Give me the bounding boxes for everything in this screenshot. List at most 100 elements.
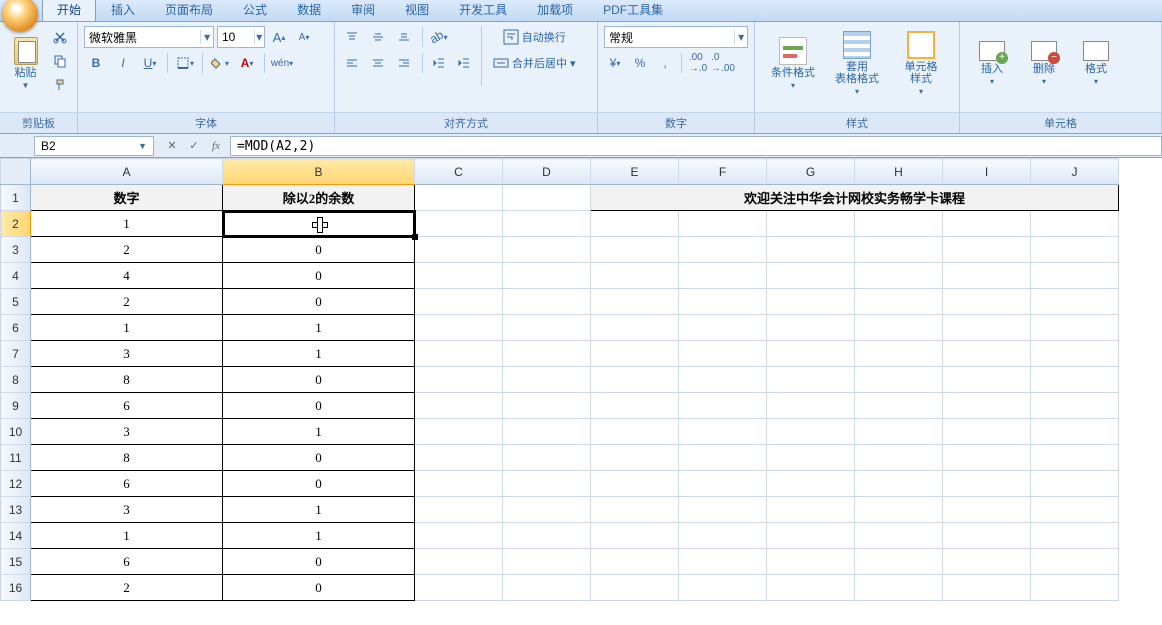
cell-B6[interactable]: 1 (223, 315, 415, 341)
row-header-12[interactable]: 12 (1, 471, 31, 497)
cell-I10[interactable] (943, 419, 1031, 445)
cell-B2[interactable] (223, 211, 415, 237)
cell-B14[interactable]: 1 (223, 523, 415, 549)
cell-A4[interactable]: 4 (31, 263, 223, 289)
cell-D15[interactable] (503, 549, 591, 575)
cell-C14[interactable] (415, 523, 503, 549)
number-format-input[interactable] (605, 30, 734, 44)
cell-G15[interactable] (767, 549, 855, 575)
col-header-J[interactable]: J (1031, 159, 1119, 185)
cell-I5[interactable] (943, 289, 1031, 315)
cell-H7[interactable] (855, 341, 943, 367)
wrap-text-button[interactable]: 自动换行 (488, 26, 581, 48)
format-painter-button[interactable] (49, 74, 71, 96)
cell-F2[interactable] (679, 211, 767, 237)
cell-I11[interactable] (943, 445, 1031, 471)
cell-G4[interactable] (767, 263, 855, 289)
cell-B11[interactable]: 0 (223, 445, 415, 471)
col-header-H[interactable]: H (855, 159, 943, 185)
cancel-formula-button[interactable]: ✕ (162, 137, 182, 155)
cell-A5[interactable]: 2 (31, 289, 223, 315)
cell-C10[interactable] (415, 419, 503, 445)
number-format-combo[interactable]: ▾ (604, 26, 748, 48)
cell-H13[interactable] (855, 497, 943, 523)
cell-J2[interactable] (1031, 211, 1119, 237)
cell-E15[interactable] (591, 549, 679, 575)
cell-B7[interactable]: 1 (223, 341, 415, 367)
cell-H2[interactable] (855, 211, 943, 237)
cell-D16[interactable] (503, 575, 591, 601)
cell-F3[interactable] (679, 237, 767, 263)
cell-B9[interactable]: 0 (223, 393, 415, 419)
cell-H15[interactable] (855, 549, 943, 575)
cell-B4[interactable]: 0 (223, 263, 415, 289)
cell-A13[interactable]: 3 (31, 497, 223, 523)
cell-E4[interactable] (591, 263, 679, 289)
insert-cells-button[interactable]: 插入▾ (970, 26, 1014, 100)
cell-I13[interactable] (943, 497, 1031, 523)
row-header-11[interactable]: 11 (1, 445, 31, 471)
cell-F16[interactable] (679, 575, 767, 601)
cell-A11[interactable]: 8 (31, 445, 223, 471)
cell-G2[interactable] (767, 211, 855, 237)
grow-font-button[interactable]: A▴ (268, 26, 290, 48)
tab-data[interactable]: 数据 (282, 0, 336, 21)
cell-E11[interactable] (591, 445, 679, 471)
cell-C1[interactable] (415, 185, 503, 211)
cell-A15[interactable]: 6 (31, 549, 223, 575)
cell-I7[interactable] (943, 341, 1031, 367)
merge-center-button[interactable]: 合并后居中▾ (488, 52, 581, 74)
cell-A3[interactable]: 2 (31, 237, 223, 263)
cell-E14[interactable] (591, 523, 679, 549)
delete-cells-button[interactable]: 删除▾ (1022, 26, 1066, 100)
font-size-input[interactable] (218, 30, 254, 44)
cell-E3[interactable] (591, 237, 679, 263)
cell-G13[interactable] (767, 497, 855, 523)
cell-I15[interactable] (943, 549, 1031, 575)
phonetic-button[interactable]: wén▾ (270, 52, 294, 74)
cell-F7[interactable] (679, 341, 767, 367)
chevron-down-icon[interactable]: ▾ (254, 30, 264, 44)
row-header-16[interactable]: 16 (1, 575, 31, 601)
cell-G10[interactable] (767, 419, 855, 445)
shrink-font-button[interactable]: A▾ (293, 26, 315, 48)
cell-E6[interactable] (591, 315, 679, 341)
col-header-C[interactable]: C (415, 159, 503, 185)
cell-J5[interactable] (1031, 289, 1119, 315)
row-header-3[interactable]: 3 (1, 237, 31, 263)
cell-D7[interactable] (503, 341, 591, 367)
cell-J7[interactable] (1031, 341, 1119, 367)
cell-F4[interactable] (679, 263, 767, 289)
cell-J12[interactable] (1031, 471, 1119, 497)
cell-G8[interactable] (767, 367, 855, 393)
row-header-10[interactable]: 10 (1, 419, 31, 445)
cell-D5[interactable] (503, 289, 591, 315)
cell-B12[interactable]: 0 (223, 471, 415, 497)
cell-I3[interactable] (943, 237, 1031, 263)
align-middle-button[interactable] (367, 26, 389, 48)
cell-G14[interactable] (767, 523, 855, 549)
cell-H4[interactable] (855, 263, 943, 289)
col-header-G[interactable]: G (767, 159, 855, 185)
cell-J13[interactable] (1031, 497, 1119, 523)
row-header-14[interactable]: 14 (1, 523, 31, 549)
indent-increase-button[interactable] (453, 52, 475, 74)
cell-B8[interactable]: 0 (223, 367, 415, 393)
cell-A12[interactable]: 6 (31, 471, 223, 497)
tab-insert[interactable]: 插入 (96, 0, 150, 21)
spreadsheet-grid[interactable]: ABCDEFGHIJ1数字除以2的余数欢迎关注中华会计网校实务畅学卡课程2132… (0, 158, 1162, 625)
cell-B10[interactable]: 1 (223, 419, 415, 445)
cell-A8[interactable]: 8 (31, 367, 223, 393)
cell-F8[interactable] (679, 367, 767, 393)
cell-I14[interactable] (943, 523, 1031, 549)
cell-A10[interactable]: 3 (31, 419, 223, 445)
col-header-E[interactable]: E (591, 159, 679, 185)
cell-C9[interactable] (415, 393, 503, 419)
decrease-decimal-button[interactable]: .0→.00 (712, 52, 734, 74)
cell-J15[interactable] (1031, 549, 1119, 575)
table-style-button[interactable]: 套用 表格格式▾ (829, 26, 885, 100)
cell-G5[interactable] (767, 289, 855, 315)
cell-D13[interactable] (503, 497, 591, 523)
cell-H6[interactable] (855, 315, 943, 341)
cell-G11[interactable] (767, 445, 855, 471)
